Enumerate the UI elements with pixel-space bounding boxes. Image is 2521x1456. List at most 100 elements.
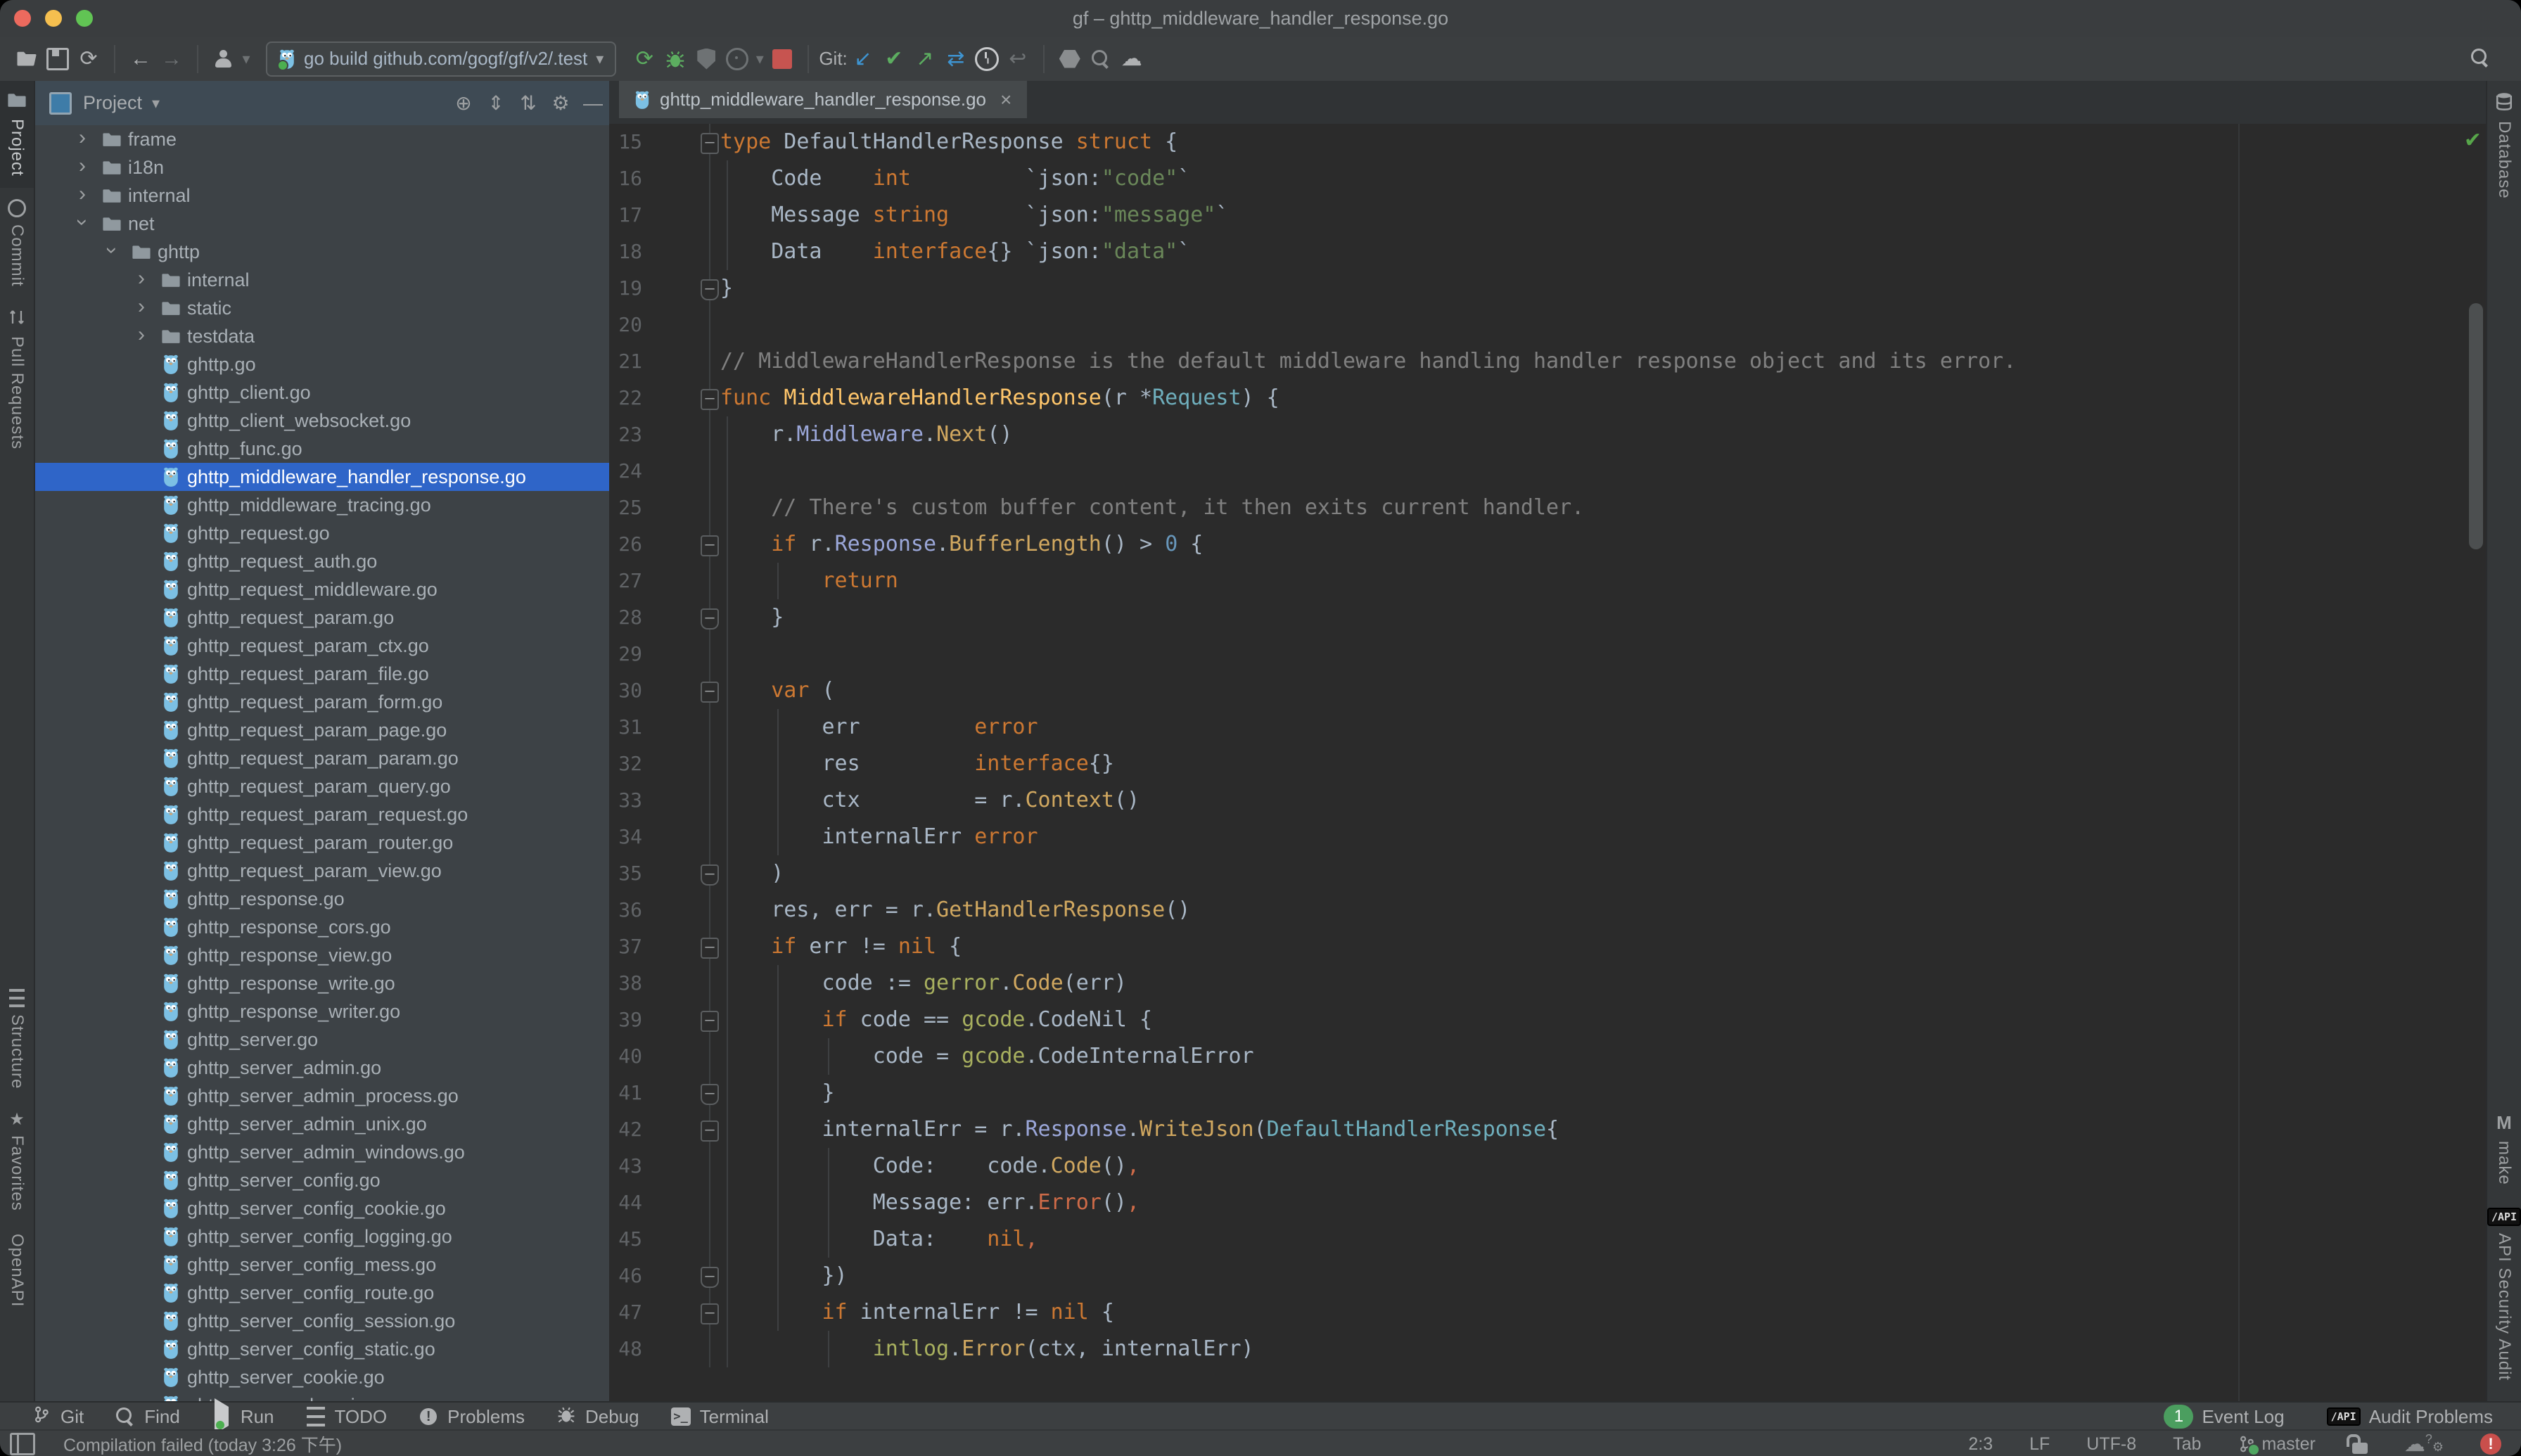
code-line-24[interactable]: 24: [609, 453, 2487, 490]
tree-item-ghttp_server_cookie.go[interactable]: ghttp_server_cookie.go: [35, 1363, 609, 1391]
tree-item-ghttp_server_admin.go[interactable]: ghttp_server_admin.go: [35, 1054, 609, 1082]
tool-strip-button-favorites[interactable]: ★Favorites: [0, 1100, 34, 1222]
settings-gear-icon[interactable]: ⚙: [544, 91, 577, 115]
tree-item-ghttp_server_config_route.go[interactable]: ghttp_server_config_route.go: [35, 1279, 609, 1307]
tree-item-ghttp_server.go[interactable]: ghttp_server.go: [35, 1026, 609, 1054]
git-branch-widget[interactable]: master: [2238, 1434, 2315, 1455]
code-line-23[interactable]: 23 r.Middleware.Next(): [609, 416, 2487, 453]
code-line-41[interactable]: 41 }: [609, 1075, 2487, 1111]
fold-start-icon[interactable]: [642, 526, 709, 563]
code-line-40[interactable]: 40 code = gcode.CodeInternalError: [609, 1038, 2487, 1075]
tree-item-ghttp_response_write.go[interactable]: ghttp_response_write.go: [35, 969, 609, 997]
git-push-icon[interactable]: ↗: [910, 44, 940, 75]
code-line-32[interactable]: 32 res interface{}: [609, 746, 2487, 782]
tree-item-ghttp_request_param_ctx.go[interactable]: ghttp_request_param_ctx.go: [35, 632, 609, 660]
save-all-icon[interactable]: [42, 44, 73, 75]
code-area[interactable]: 15type DefaultHandlerResponse struct {16…: [609, 124, 2487, 1401]
chevron-collapsed-icon[interactable]: ›: [127, 295, 156, 319]
tree-item-ghttp_server_admin_windows.go[interactable]: ghttp_server_admin_windows.go: [35, 1138, 609, 1166]
project-panel-header[interactable]: Project ▾ ⊕ ⇕ ⇅ ⚙ ―: [35, 81, 609, 125]
code-line-29[interactable]: 29: [609, 636, 2487, 672]
code-line-16[interactable]: 16 Code int `json:"code"`: [609, 160, 2487, 197]
code-line-26[interactable]: 26 if r.Response.BufferLength() > 0 {: [609, 526, 2487, 563]
tree-item-ghttp_request_auth.go[interactable]: ghttp_request_auth.go: [35, 547, 609, 575]
caret-position[interactable]: 2:3: [1968, 1434, 1993, 1455]
code-line-44[interactable]: 44 Message: err.Error(),: [609, 1184, 2487, 1221]
tree-item-ghttp.go[interactable]: ghttp.go: [35, 350, 609, 378]
back-icon[interactable]: ←: [125, 44, 156, 75]
run-configuration-select[interactable]: go build github.com/gogf/gf/v2/.test ▾: [266, 41, 616, 77]
tool-strip-button-pull-requests[interactable]: Pull Requests: [0, 298, 34, 461]
tool-strip-button-structure[interactable]: Structure: [0, 978, 34, 1100]
editor-scrollbar[interactable]: [2469, 303, 2483, 549]
title-bar[interactable]: gf – ghttp_middleware_handler_response.g…: [0, 0, 2521, 37]
expand-all-icon[interactable]: ⇕: [480, 91, 512, 115]
tree-item-ghttp_request_middleware.go[interactable]: ghttp_request_middleware.go: [35, 575, 609, 604]
code-line-46[interactable]: 46 }): [609, 1258, 2487, 1294]
tree-item-internal[interactable]: ›internal: [35, 181, 609, 210]
tree-item-ghttp_response.go[interactable]: ghttp_response.go: [35, 885, 609, 913]
tree-item-ghttp_request_param_form.go[interactable]: ghttp_request_param_form.go: [35, 688, 609, 716]
code-line-48[interactable]: 48 intlog.Error(ctx, internalErr): [609, 1331, 2487, 1367]
tree-item-ghttp_func.go[interactable]: ghttp_func.go: [35, 435, 609, 463]
run-with-coverage-icon[interactable]: [691, 44, 722, 75]
tree-item-net[interactable]: ›net: [35, 210, 609, 238]
tree-item-ghttp_server_admin_unix.go[interactable]: ghttp_server_admin_unix.go: [35, 1110, 609, 1138]
chevron-expanded-icon[interactable]: ›: [70, 207, 94, 237]
code-line-17[interactable]: 17 Message string `json:"message"`: [609, 197, 2487, 234]
chevron-expanded-icon[interactable]: ›: [100, 236, 124, 265]
code-line-21[interactable]: 21// MiddlewareHandlerResponse is the de…: [609, 343, 2487, 380]
code-line-31[interactable]: 31 err error: [609, 709, 2487, 746]
tree-item-ghttp_server_config.go[interactable]: ghttp_server_config.go: [35, 1166, 609, 1194]
profiler-caret-icon[interactable]: ▾: [753, 44, 767, 75]
cloud-help-icon[interactable]: ☁?⚙: [2404, 1432, 2444, 1456]
tree-item-ghttp_server_config_logging.go[interactable]: ghttp_server_config_logging.go: [35, 1222, 609, 1251]
tool-strip-button-openapi[interactable]: OpenAPI: [0, 1222, 34, 1318]
code-line-38[interactable]: 38 code := gerror.Code(err): [609, 965, 2487, 1002]
code-line-35[interactable]: 35 ): [609, 855, 2487, 892]
tree-item-ghttp_response_view.go[interactable]: ghttp_response_view.go: [35, 941, 609, 969]
close-tab-icon[interactable]: ×: [1000, 89, 1011, 111]
code-line-34[interactable]: 34 internalErr error: [609, 819, 2487, 855]
tree-item-ghttp_response_writer.go[interactable]: ghttp_response_writer.go: [35, 997, 609, 1026]
forward-icon[interactable]: →: [156, 44, 187, 75]
code-line-45[interactable]: 45 Data: nil,: [609, 1221, 2487, 1258]
tree-item-ghttp_request_param_param.go[interactable]: ghttp_request_param_param.go: [35, 744, 609, 772]
status-message[interactable]: Compilation failed (today 3:26 下午): [63, 1431, 342, 1456]
chevron-collapsed-icon[interactable]: ›: [127, 323, 156, 347]
code-line-28[interactable]: 28 }: [609, 599, 2487, 636]
tree-item-ghttp_server_config_static.go[interactable]: ghttp_server_config_static.go: [35, 1335, 609, 1363]
code-line-36[interactable]: 36 res, err = r.GetHandlerResponse(): [609, 892, 2487, 928]
fold-start-icon[interactable]: [642, 380, 709, 416]
tree-item-ghttp_server_config_session.go[interactable]: ghttp_server_config_session.go: [35, 1307, 609, 1335]
tool-strip-button-make[interactable]: Mmake: [2487, 1101, 2521, 1196]
chevron-collapsed-icon[interactable]: ›: [68, 126, 97, 150]
chevron-collapsed-icon[interactable]: ›: [127, 267, 156, 290]
tree-item-ghttp_request_param_page.go[interactable]: ghttp_request_param_page.go: [35, 716, 609, 744]
code-line-39[interactable]: 39 if code == gcode.CodeNil {: [609, 1002, 2487, 1038]
tree-item-static[interactable]: ›static: [35, 294, 609, 322]
profiler-icon[interactable]: [722, 44, 753, 75]
code-line-42[interactable]: 42 internalErr = r.Response.WriteJson(De…: [609, 1111, 2487, 1148]
fold-end-icon[interactable]: [642, 270, 709, 307]
code-line-22[interactable]: 22func MiddlewareHandlerResponse(r *Requ…: [609, 380, 2487, 416]
indent-style[interactable]: Tab: [2173, 1434, 2201, 1455]
chevron-collapsed-icon[interactable]: ›: [68, 182, 97, 206]
git-merge-icon[interactable]: ⇄: [940, 44, 971, 75]
tree-item-ghttp_server_domain.go[interactable]: ghttp_server_domain.go: [35, 1391, 609, 1401]
code-line-25[interactable]: 25 // There's custom buffer content, it …: [609, 490, 2487, 526]
tree-item-testdata[interactable]: ›testdata: [35, 322, 609, 350]
fold-end-icon[interactable]: [642, 1075, 709, 1111]
tree-item-frame[interactable]: ›frame: [35, 125, 609, 153]
code-line-15[interactable]: 15type DefaultHandlerResponse struct {: [609, 124, 2487, 160]
user-profile-icon[interactable]: [208, 44, 239, 75]
event-log-button[interactable]: 1 Event Log: [2164, 1405, 2284, 1429]
find-usages-icon[interactable]: [1085, 44, 1116, 75]
tree-item-ghttp_request_param_router.go[interactable]: ghttp_request_param_router.go: [35, 829, 609, 857]
fold-end-icon[interactable]: [642, 855, 709, 892]
cloud-icon[interactable]: ☁: [1116, 44, 1147, 75]
collapse-all-icon[interactable]: ⇅: [512, 91, 544, 115]
tree-item-ghttp_client_websocket.go[interactable]: ghttp_client_websocket.go: [35, 407, 609, 435]
tree-item-ghttp_request_param_request.go[interactable]: ghttp_request_param_request.go: [35, 800, 609, 829]
tool-window-button-git[interactable]: Git: [31, 1406, 84, 1428]
